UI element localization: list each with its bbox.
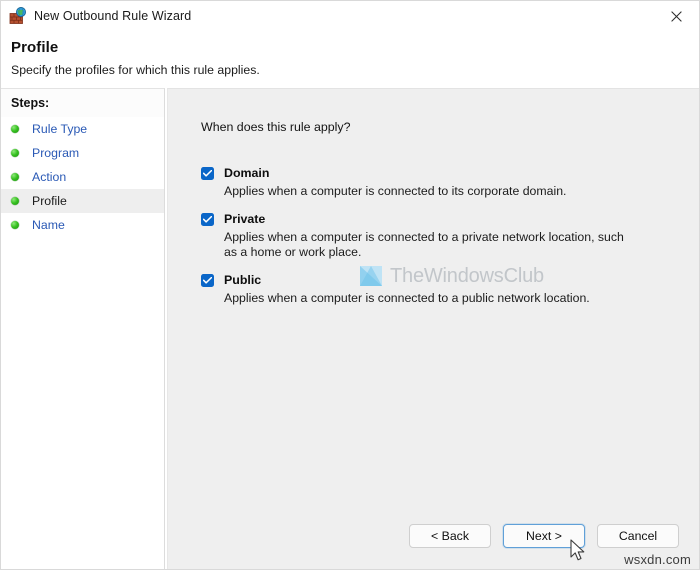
green-dot-icon — [11, 149, 19, 157]
title-bar: New Outbound Rule Wizard — [1, 1, 699, 31]
wizard-body: Steps: Rule Type Program Action Profile … — [1, 88, 699, 569]
sidebar-item-rule-type[interactable]: Rule Type — [1, 117, 164, 141]
green-dot-icon — [11, 125, 19, 133]
back-button[interactable]: < Back — [409, 524, 491, 548]
checkbox-description-domain: Applies when a computer is connected to … — [224, 184, 567, 198]
question-label: When does this rule apply? — [201, 120, 351, 134]
profile-option-public: Public Applies when a computer is connec… — [201, 273, 677, 306]
window-title: New Outbound Rule Wizard — [34, 9, 192, 23]
sidebar-item-label: Action — [32, 170, 67, 184]
sidebar-item-label: Program — [32, 146, 80, 160]
checkbox-checked-icon[interactable] — [201, 166, 214, 180]
sidebar-item-profile[interactable]: Profile — [1, 189, 164, 213]
checkbox-label-public: Public — [224, 273, 262, 287]
sidebar-item-label: Rule Type — [32, 122, 88, 136]
sidebar-item-action[interactable]: Action — [1, 165, 164, 189]
firewall-globe-icon — [9, 7, 27, 25]
profile-option-domain: Domain Applies when a computer is connec… — [201, 166, 677, 199]
page-title: Profile — [11, 39, 59, 56]
checkbox-label-private: Private — [224, 212, 266, 226]
checkbox-checked-icon[interactable] — [201, 212, 214, 226]
checkbox-checked-icon[interactable] — [201, 273, 214, 287]
close-icon[interactable] — [654, 1, 699, 31]
page-subtitle: Specify the profiles for which this rule… — [11, 63, 260, 77]
checkbox-description-private: Applies when a computer is connected to … — [224, 230, 624, 259]
green-dot-icon — [11, 197, 19, 205]
main-panel: When does this rule apply? Domain Applie… — [167, 88, 699, 569]
wizard-window: New Outbound Rule Wizard Profile Specify… — [0, 0, 700, 570]
cancel-button[interactable]: Cancel — [597, 524, 679, 548]
sidebar-item-program[interactable]: Program — [1, 141, 164, 165]
checkbox-row-public[interactable]: Public — [201, 273, 677, 287]
checkbox-label-domain: Domain — [224, 166, 270, 180]
sidebar-item-name[interactable]: Name — [1, 213, 164, 237]
next-button[interactable]: Next > — [503, 524, 585, 548]
steps-sidebar: Steps: Rule Type Program Action Profile … — [1, 88, 165, 569]
sidebar-item-label: Profile — [32, 194, 67, 208]
checkbox-row-private[interactable]: Private — [201, 212, 677, 226]
wizard-buttons: < Back Next > Cancel — [409, 524, 679, 548]
attribution-text: wsxdn.com — [624, 552, 691, 567]
green-dot-icon — [11, 221, 19, 229]
green-dot-icon — [11, 173, 19, 181]
profile-option-private: Private Applies when a computer is conne… — [201, 212, 677, 260]
checkbox-row-domain[interactable]: Domain — [201, 166, 677, 180]
steps-heading: Steps: — [1, 89, 164, 117]
checkbox-description-public: Applies when a computer is connected to … — [224, 291, 590, 305]
sidebar-item-label: Name — [32, 218, 65, 232]
page-header: Profile Specify the profiles for which t… — [1, 31, 699, 88]
